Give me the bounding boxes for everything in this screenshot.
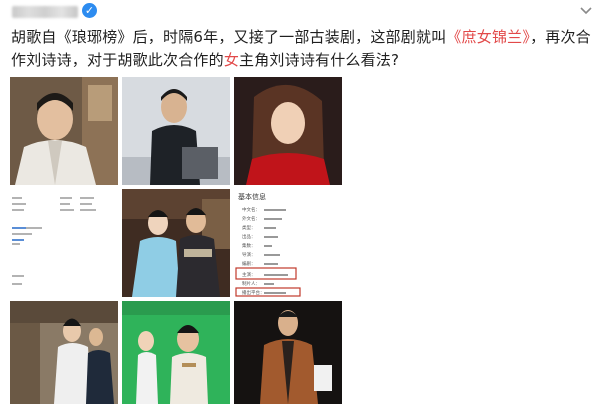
infobox-title: 基本信息 — [238, 192, 266, 201]
image-grid: 基本信息 中文名： 外文名： 类型： 出品： 集数： 导演： 编剧： 主演： 制… — [10, 77, 342, 404]
photo-drama-infobox[interactable]: 基本信息 中文名： 外文名： 类型： 出品： 集数： 导演： 编剧： 主演： 制… — [234, 189, 342, 297]
svg-text:编剧：: 编剧： — [242, 260, 256, 267]
svg-text:中文名：: 中文名： — [242, 206, 260, 213]
blurred-username[interactable] — [12, 6, 78, 18]
photo-info-screenshot[interactable] — [10, 189, 118, 297]
photo-actor-stage[interactable] — [234, 301, 342, 404]
highlighted-char: 女 — [223, 51, 240, 69]
photo-actor-costume-1[interactable] — [10, 77, 118, 185]
svg-text:导演：: 导演： — [242, 251, 256, 258]
svg-text:主演：: 主演： — [242, 271, 256, 278]
svg-text:集数：: 集数： — [242, 242, 256, 249]
chevron-down-icon[interactable] — [580, 5, 592, 17]
drama-title-link[interactable]: 《庶女锦兰》 — [446, 28, 530, 46]
photo-green-screen[interactable] — [122, 301, 230, 404]
post-header: ✓ — [0, 0, 600, 22]
photo-drama-still-1[interactable] — [122, 189, 230, 297]
image-caption-watermark — [14, 388, 18, 402]
post-body-text: 胡歌自《琅琊榜》后，时隔6年，又接了一部古装剧，这部剧就叫《庶女锦兰》，再次合作… — [11, 28, 591, 69]
svg-text:类型：: 类型： — [242, 224, 256, 231]
photo-actress-portrait[interactable] — [234, 77, 342, 185]
svg-text:外文名：: 外文名： — [242, 215, 260, 222]
svg-text:制片人：: 制片人： — [242, 280, 260, 287]
svg-text:播出平台：: 播出平台： — [242, 289, 265, 296]
svg-text:出品：: 出品： — [242, 233, 256, 240]
verified-check-icon: ✓ — [82, 3, 97, 18]
photo-drama-still-2[interactable] — [10, 301, 118, 404]
photo-actor-portrait[interactable] — [122, 77, 230, 185]
